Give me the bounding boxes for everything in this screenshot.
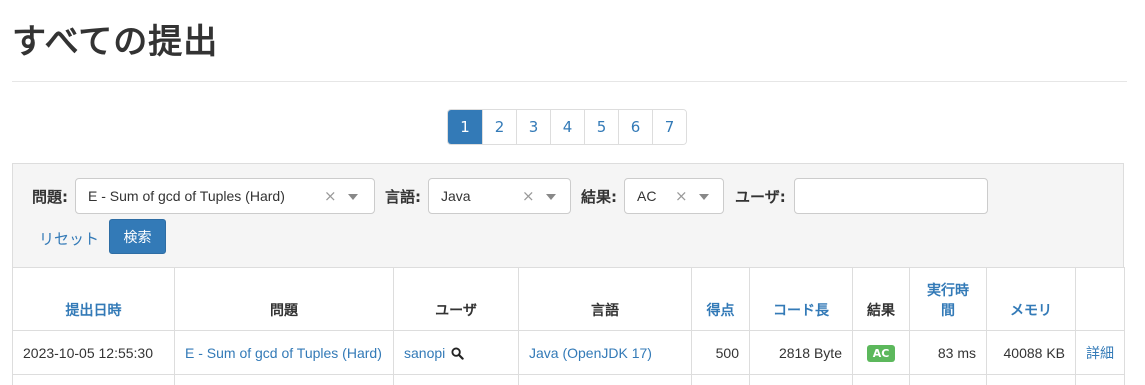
partial-cell [518, 374, 692, 385]
partial-cell [852, 374, 910, 385]
header-submitted-at[interactable]: 提出日時 [12, 267, 175, 331]
language-link[interactable]: Java (OpenJDK 17) [518, 330, 692, 375]
language-select-value: Java [441, 188, 471, 204]
result-clear-icon[interactable]: × [675, 187, 688, 205]
header-score[interactable]: 得点 [691, 267, 750, 331]
code-length-cell: 2818 Byte [749, 330, 853, 375]
header-problem: 問題 [174, 267, 394, 331]
score-cell: 500 [691, 330, 750, 375]
memory-cell: 40088 KB [986, 330, 1076, 375]
header-language: 言語 [518, 267, 692, 331]
language-clear-icon[interactable]: × [522, 187, 535, 205]
partial-cell [1075, 374, 1125, 385]
result-select-value: AC [637, 188, 657, 204]
page-link-5[interactable]: 5 [584, 110, 618, 144]
filter-panel: 問題: E - Sum of gcd of Tuples (Hard) × 言語… [12, 163, 1124, 268]
table-row-partial [12, 374, 1125, 385]
pagination: 1 2 3 4 5 6 7 [447, 109, 687, 145]
reset-link[interactable]: リセット [39, 228, 99, 249]
page-link-1[interactable]: 1 [448, 110, 482, 144]
partial-cell [12, 374, 175, 385]
language-select[interactable]: Java × [428, 178, 571, 214]
submitted-at-cell: 2023-10-05 12:55:30 [12, 330, 175, 375]
search-icon[interactable] [451, 346, 464, 360]
problem-select[interactable]: E - Sum of gcd of Tuples (Hard) × [75, 178, 375, 214]
user-cell: sanopi [393, 330, 519, 375]
user-link[interactable]: sanopi [404, 345, 445, 361]
result-filter-label: 結果: [581, 188, 617, 206]
submissions-table: 提出日時 問題 ユーザ 言語 得点 コード長 結果 実行時間 メモリ 2023-… [12, 267, 1125, 385]
header-memory[interactable]: メモリ [986, 267, 1076, 331]
result-select[interactable]: AC × [624, 178, 724, 214]
table-header-row: 提出日時 問題 ユーザ 言語 得点 コード長 結果 実行時間 メモリ [12, 267, 1125, 331]
detail-link[interactable]: 詳細 [1075, 330, 1125, 375]
user-filter-label: ユーザ: [735, 188, 786, 206]
partial-cell [174, 374, 394, 385]
header-user: ユーザ [393, 267, 519, 331]
header-exec-time[interactable]: 実行時間 [909, 267, 987, 331]
search-button[interactable]: 検索 [109, 219, 166, 254]
partial-cell [691, 374, 750, 385]
page-link-3[interactable]: 3 [516, 110, 550, 144]
page-link-6[interactable]: 6 [618, 110, 652, 144]
partial-cell [909, 374, 987, 385]
problem-clear-icon[interactable]: × [324, 187, 337, 205]
page-link-4[interactable]: 4 [550, 110, 584, 144]
chevron-down-icon[interactable] [546, 194, 556, 200]
title-divider [12, 81, 1127, 82]
page-link-2[interactable]: 2 [482, 110, 516, 144]
table-row: 2023-10-05 12:55:30 E - Sum of gcd of Tu… [12, 330, 1125, 375]
exec-time-cell: 83 ms [909, 330, 987, 375]
header-code-length[interactable]: コード長 [749, 267, 853, 331]
chevron-down-icon[interactable] [348, 194, 358, 200]
language-filter-label: 言語: [385, 188, 421, 206]
partial-cell [986, 374, 1076, 385]
page-title: すべての提出 [12, 22, 219, 62]
problem-select-value: E - Sum of gcd of Tuples (Hard) [88, 188, 285, 204]
user-input[interactable] [794, 178, 988, 214]
problem-link[interactable]: E - Sum of gcd of Tuples (Hard) [174, 330, 394, 375]
header-result: 結果 [852, 267, 910, 331]
partial-cell [393, 374, 519, 385]
page-link-7[interactable]: 7 [652, 110, 686, 144]
problem-filter-label: 問題: [32, 188, 68, 206]
header-detail [1075, 267, 1125, 331]
partial-cell [749, 374, 853, 385]
chevron-down-icon[interactable] [699, 194, 709, 200]
status-badge: AC [866, 344, 896, 362]
result-cell: AC [852, 330, 910, 375]
